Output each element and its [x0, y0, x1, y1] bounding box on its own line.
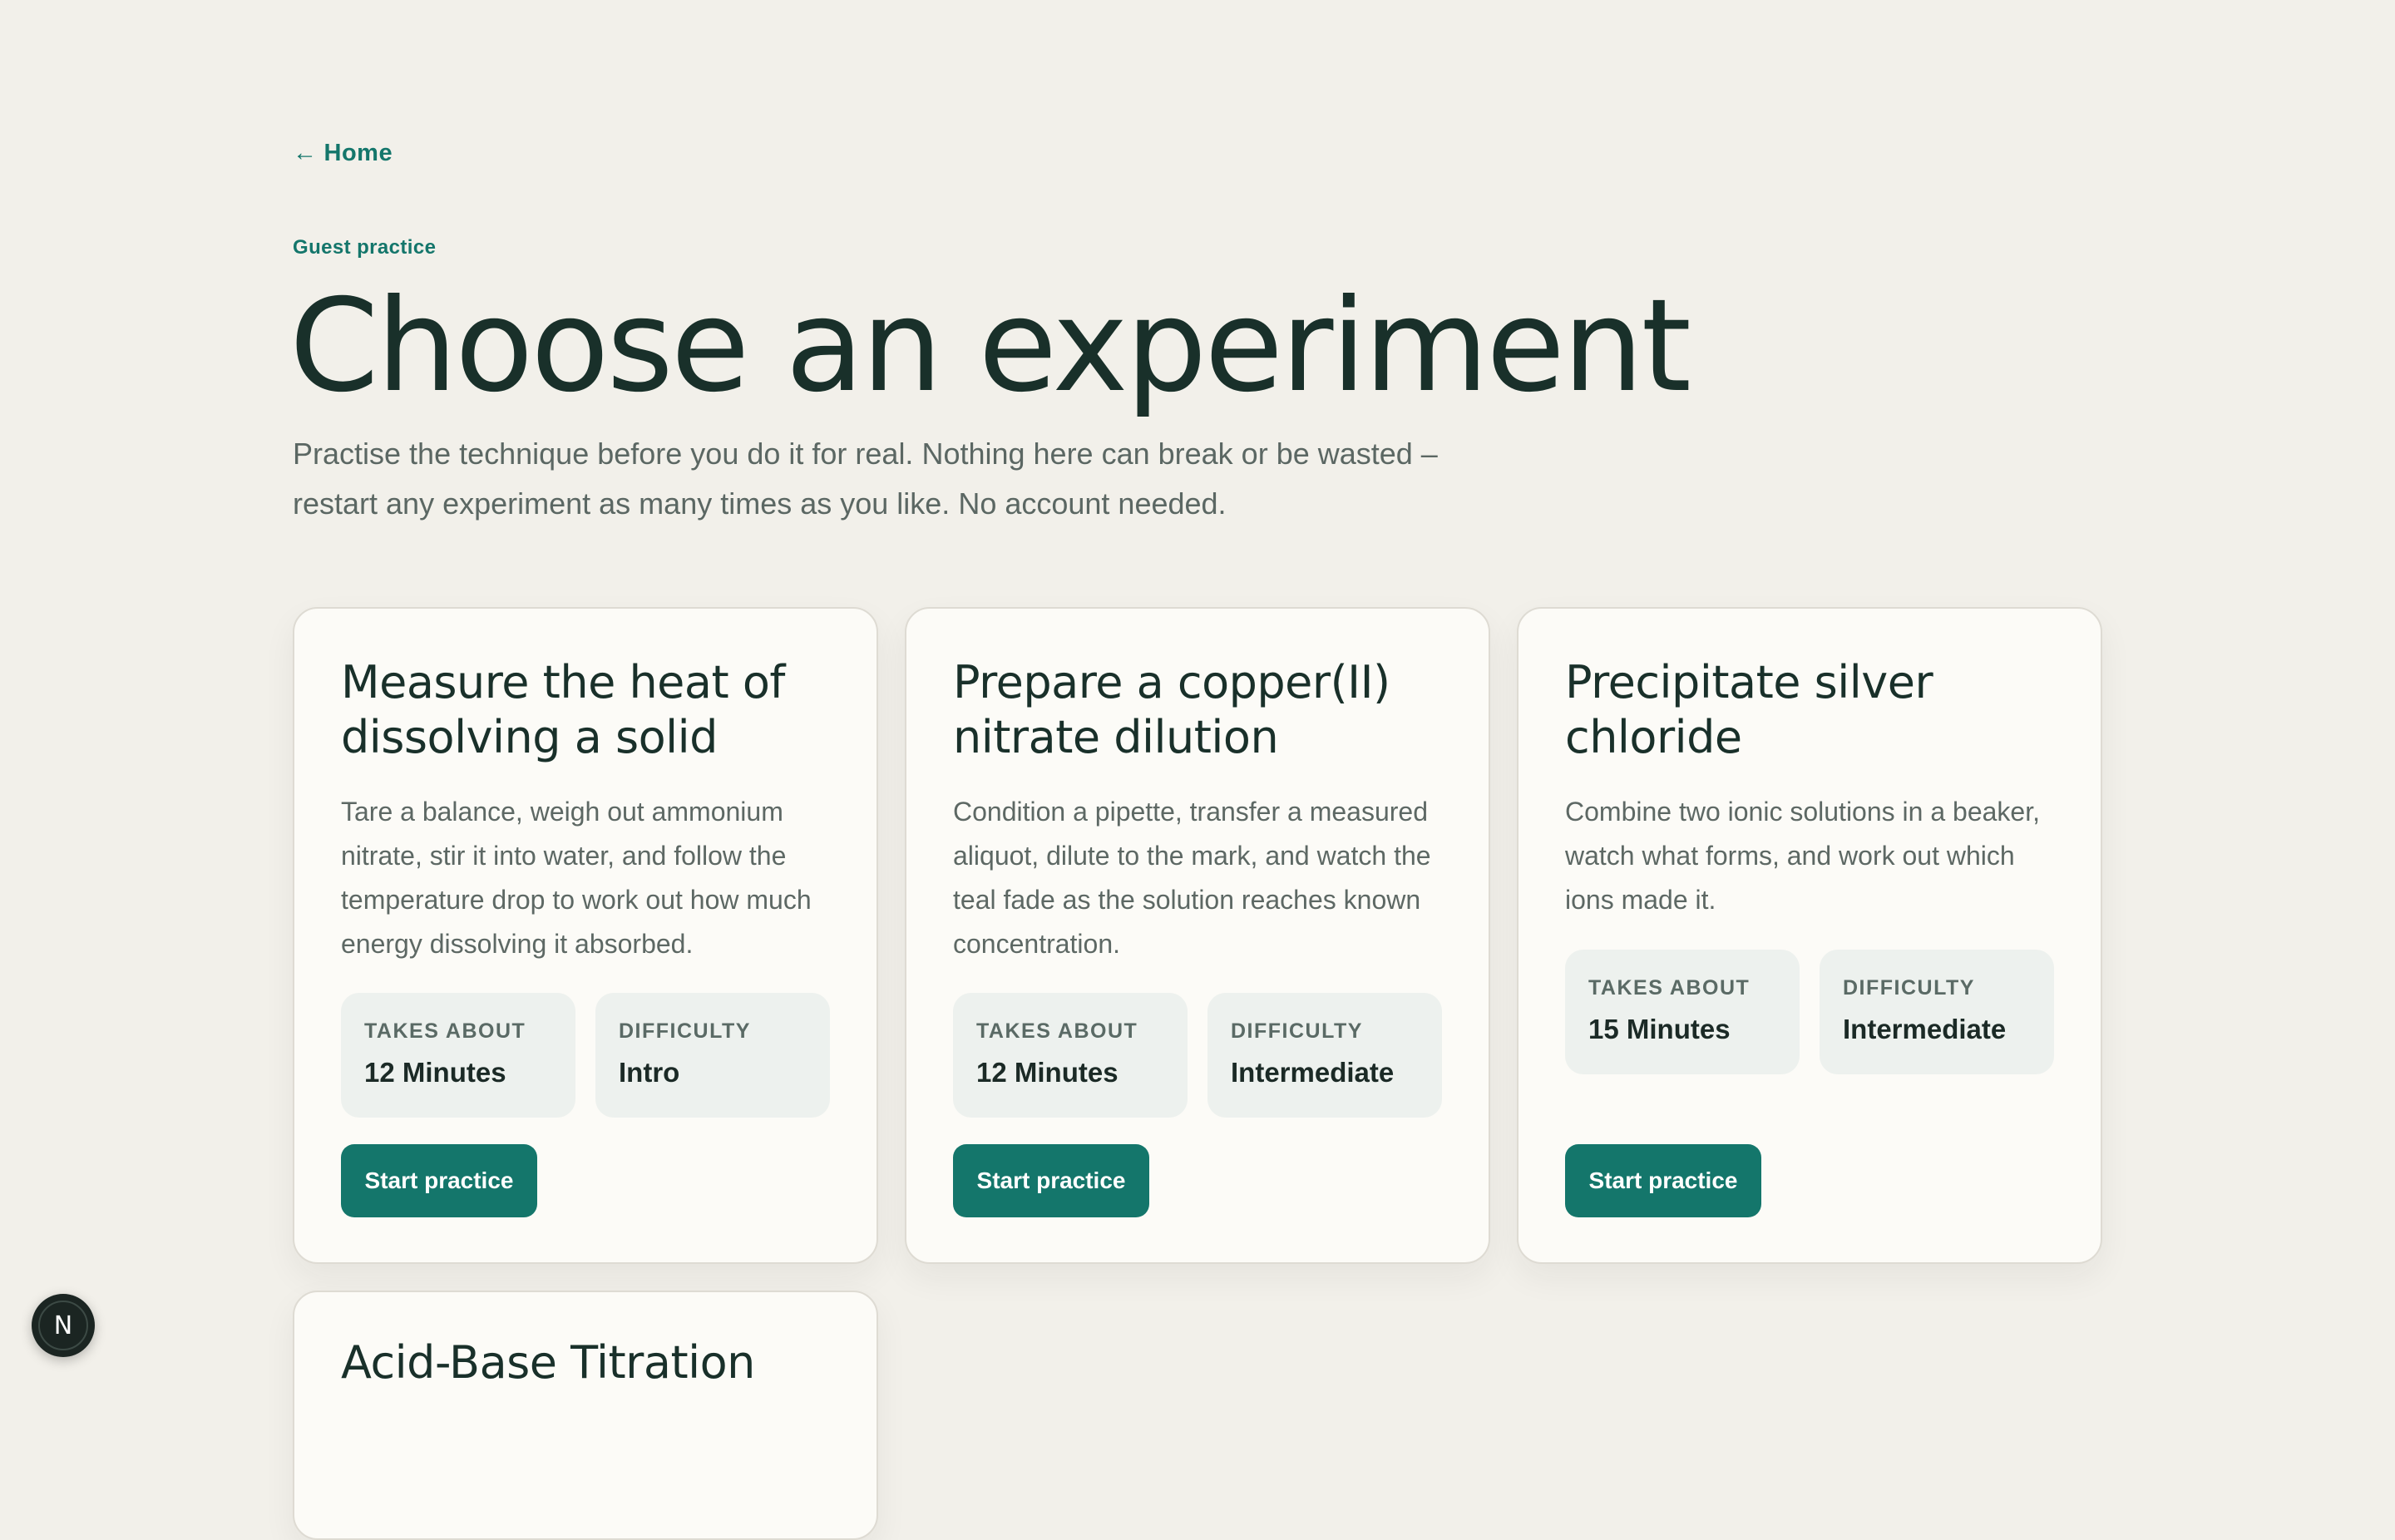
page-description: Practise the technique before you do it …: [293, 437, 1438, 521]
arrow-left-icon: ←: [293, 140, 318, 166]
duration-label: Takes about: [1588, 976, 1751, 1000]
home-link[interactable]: ← Home: [293, 140, 393, 167]
experiment-card-silver-chloride: Precipitate silver chloride Combine two …: [1517, 607, 2102, 1264]
difficulty-stat: Difficulty Intro: [595, 993, 830, 1118]
difficulty-value: Intermediate: [1231, 1057, 1395, 1088]
experiment-card-acid-base-titration: Acid-Base Titration: [293, 1291, 878, 1540]
experiment-description: Combine two ionic solutions in a beaker,…: [1565, 797, 2040, 915]
start-practice-button[interactable]: Start practice: [953, 1144, 1149, 1217]
home-link-label: Home: [323, 140, 393, 166]
start-practice-button[interactable]: Start practice: [341, 1144, 537, 1217]
duration-value: 12 Minutes: [976, 1057, 1118, 1088]
experiment-description: Tare a balance, weigh out ammonium nitra…: [341, 797, 812, 959]
experiment-card-copper-nitrate-dilution: Prepare a copper(II) nitrate dilution Co…: [905, 607, 1490, 1264]
eyebrow-label: Guest practice: [293, 236, 437, 259]
duration-value: 12 Minutes: [364, 1057, 506, 1088]
difficulty-stat: Difficulty Intermediate: [1207, 993, 1442, 1118]
duration-stat: Takes about 12 Minutes: [953, 993, 1188, 1118]
difficulty-label: Difficulty: [1231, 1019, 1363, 1043]
page-title: Choose an experiment: [289, 272, 1691, 421]
experiment-title: Acid-Base Titration: [341, 1336, 755, 1389]
duration-label: Takes about: [364, 1019, 526, 1043]
experiment-card-heat-of-dissolving: Measure the heat of dissolving a solid T…: [293, 607, 878, 1264]
n-logo-icon: N: [38, 1301, 88, 1350]
duration-stat: Takes about 15 Minutes: [1565, 950, 1800, 1074]
duration-stat: Takes about 12 Minutes: [341, 993, 575, 1118]
difficulty-label: Difficulty: [1843, 976, 1975, 1000]
duration-label: Takes about: [976, 1019, 1138, 1043]
experiment-title: Measure the heat of dissolving a solid: [341, 656, 785, 763]
start-practice-button[interactable]: Start practice: [1565, 1144, 1761, 1217]
duration-value: 15 Minutes: [1588, 1014, 1731, 1044]
dev-tools-badge[interactable]: N: [32, 1294, 95, 1357]
difficulty-label: Difficulty: [619, 1019, 751, 1043]
experiment-description: Condition a pipette, transfer a measured…: [953, 797, 1431, 959]
difficulty-stat: Difficulty Intermediate: [1820, 950, 2054, 1074]
experiment-title: Precipitate silver chloride: [1565, 656, 1933, 763]
experiment-title: Prepare a copper(II) nitrate dilution: [953, 656, 1390, 763]
difficulty-value: Intro: [619, 1057, 680, 1088]
difficulty-value: Intermediate: [1843, 1014, 2007, 1044]
